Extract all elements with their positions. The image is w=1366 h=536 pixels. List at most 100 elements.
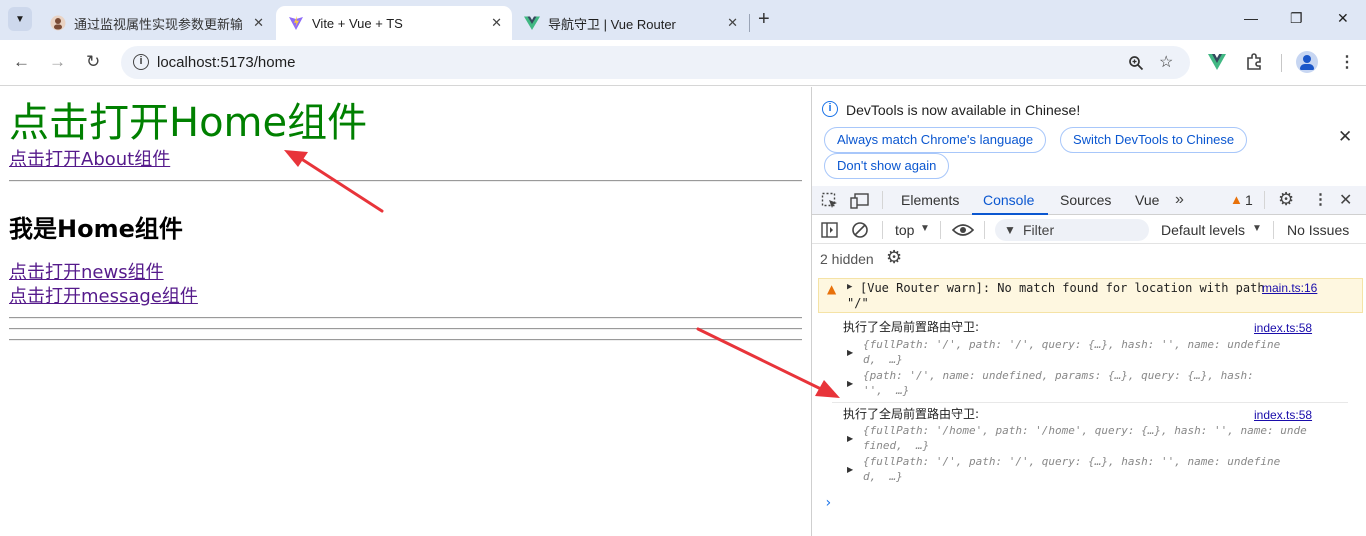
console-settings-gear-icon[interactable]: ⚙ — [886, 247, 902, 268]
log-levels-select[interactable]: Default levels — [1161, 222, 1245, 238]
message-link[interactable]: 点击打开message组件 — [9, 286, 198, 308]
expand-triangle-icon[interactable]: ▶ — [847, 379, 853, 388]
tab-vite-vue-ts[interactable]: Vite + Vue + TS ✕ — [276, 6, 512, 40]
minimize-button[interactable]: — — [1244, 10, 1258, 26]
tab-search-button[interactable]: ▼ — [8, 7, 32, 31]
tab-monitor-props[interactable]: 通过监视属性实现参数更新输出 ✕ — [38, 6, 274, 40]
console-prompt[interactable]: › — [824, 495, 832, 511]
log-object[interactable]: {path: '/', name: undefined, params: {…}… — [863, 368, 1254, 383]
tab-close-icon[interactable]: ✕ — [253, 15, 264, 31]
tab-title: 通过监视属性实现参数更新输出 — [74, 16, 242, 32]
expand-triangle-icon[interactable]: ▶ — [847, 465, 853, 474]
divider — [882, 191, 883, 209]
console-warning-row[interactable]: ▲ ▶ [Vue Router warn]: No match found fo… — [818, 278, 1363, 313]
address-bar[interactable]: i localhost:5173/home ☆ — [121, 46, 1190, 79]
divider — [9, 180, 802, 182]
window-close-button[interactable]: ✕ — [1337, 10, 1349, 27]
log-object-cont: d, …} — [863, 353, 903, 366]
settings-gear-icon[interactable]: ⚙ — [1278, 189, 1294, 210]
avatar-favicon-icon — [50, 15, 66, 31]
expand-triangle-icon[interactable]: ▶ — [847, 434, 853, 443]
warning-count[interactable]: 1 — [1245, 192, 1253, 208]
restore-button[interactable]: ❐ — [1290, 10, 1303, 27]
browser-toolbar: ← → ↻ i localhost:5173/home ☆ ⋮ — [0, 40, 1366, 86]
zoom-icon[interactable] — [1128, 55, 1144, 71]
divider — [1264, 191, 1265, 209]
vue-favicon-icon — [524, 16, 540, 30]
tab-close-icon[interactable]: ✕ — [727, 15, 738, 31]
customize-menu-icon[interactable]: ⋮ — [1313, 190, 1328, 208]
devtools-tabbar: Elements Console Sources Vue » ▲ 1 ⚙ ⋮ ✕ — [812, 186, 1366, 215]
issues-button[interactable]: No Issues — [1287, 222, 1349, 238]
more-menu-icon[interactable]: ⋮ — [1339, 52, 1355, 72]
divider — [9, 339, 802, 341]
tab-title: 导航守卫 | Vue Router — [548, 16, 676, 32]
divider — [1273, 221, 1274, 239]
divider — [9, 328, 802, 330]
more-tabs-chevron-icon[interactable]: » — [1175, 191, 1184, 209]
always-match-language-button[interactable]: Always match Chrome's language — [824, 127, 1047, 153]
close-notice-icon[interactable]: ✕ — [1338, 127, 1352, 147]
toolbar-divider — [1281, 54, 1282, 72]
site-info-icon[interactable]: i — [133, 54, 149, 70]
context-select[interactable]: top — [895, 222, 914, 238]
tab-strip: ▼ 通过监视属性实现参数更新输出 ✕ Vite + Vue + TS ✕ 导航守… — [0, 0, 1366, 40]
device-toolbar-icon[interactable] — [850, 192, 870, 210]
expand-triangle-icon[interactable]: ▶ — [847, 282, 852, 292]
reload-button[interactable]: ↻ — [86, 52, 100, 72]
live-expression-eye-icon[interactable] — [952, 222, 974, 238]
news-link[interactable]: 点击打开news组件 — [9, 262, 164, 284]
tab-close-icon[interactable]: ✕ — [491, 15, 502, 31]
log-object[interactable]: {fullPath: '/home', path: '/home', query… — [863, 423, 1307, 438]
home-heading: 我是Home组件 — [9, 215, 183, 243]
chevron-down-icon: ▼ — [15, 13, 25, 25]
log-object[interactable]: {fullPath: '/', path: '/', query: {…}, h… — [863, 454, 1280, 469]
bookmark-star-icon[interactable]: ☆ — [1159, 52, 1173, 72]
filter-input[interactable]: ▼ Filter — [995, 219, 1149, 241]
sidebar-toggle-icon[interactable] — [821, 222, 838, 238]
forward-button[interactable]: → — [49, 52, 66, 72]
inspect-element-icon[interactable] — [821, 192, 839, 210]
back-button[interactable]: ← — [13, 52, 30, 72]
log-message: 执行了全局前置路由守卫: — [843, 320, 980, 334]
vite-favicon-icon — [289, 16, 303, 30]
source-link[interactable]: main.ts:16 — [1262, 281, 1317, 295]
home-title-link[interactable]: 点击打开Home组件 — [9, 99, 367, 147]
warning-icon[interactable]: ▲ — [1230, 192, 1243, 207]
divider — [940, 221, 941, 239]
active-tab-indicator — [972, 213, 1048, 215]
warning-message: [Vue Router warn]: No match found for lo… — [860, 281, 1265, 295]
hidden-count: 2 hidden — [820, 251, 874, 267]
tab-elements[interactable]: Elements — [901, 192, 959, 208]
log-object-cont: fined, …} — [863, 439, 930, 452]
caret-down-icon[interactable]: ▼ — [920, 223, 930, 234]
tab-console[interactable]: Console — [983, 192, 1034, 208]
about-link[interactable]: 点击打开About组件 — [9, 149, 170, 171]
dont-show-again-button[interactable]: Don't show again — [824, 153, 950, 179]
url-text[interactable]: localhost:5173/home — [157, 54, 295, 71]
tab-title: Vite + Vue + TS — [312, 15, 403, 31]
log-object-cont: d, …} — [863, 470, 903, 483]
log-object[interactable]: {fullPath: '/', path: '/', query: {…}, h… — [863, 337, 1280, 352]
switch-to-chinese-button[interactable]: Switch DevTools to Chinese — [1060, 127, 1248, 153]
tab-vue-router[interactable]: 导航守卫 | Vue Router ✕ — [512, 6, 748, 40]
tab-vue[interactable]: Vue — [1135, 192, 1159, 208]
expand-triangle-icon[interactable]: ▶ — [847, 348, 853, 357]
tab-divider — [749, 14, 750, 32]
source-link[interactable]: index.ts:58 — [1254, 408, 1312, 422]
extensions-puzzle-icon[interactable] — [1245, 53, 1263, 71]
filter-placeholder: Filter — [1023, 222, 1055, 238]
profile-avatar-icon[interactable] — [1296, 51, 1318, 73]
devtools-panel: i DevTools is now available in Chinese! … — [811, 87, 1366, 536]
close-devtools-icon[interactable]: ✕ — [1339, 190, 1352, 210]
warning-path: "/" — [847, 296, 869, 310]
tab-sources[interactable]: Sources — [1060, 192, 1111, 208]
source-link[interactable]: index.ts:58 — [1254, 321, 1312, 335]
page-viewport: 点击打开Home组件 点击打开About组件 我是Home组件 点击打开news… — [0, 87, 811, 536]
clear-console-icon[interactable] — [851, 221, 869, 239]
divider — [984, 221, 985, 239]
caret-down-icon[interactable]: ▼ — [1252, 223, 1262, 234]
new-tab-button[interactable]: + — [758, 9, 770, 29]
vue-devtools-extension-icon[interactable] — [1208, 54, 1226, 70]
divider — [882, 221, 883, 239]
